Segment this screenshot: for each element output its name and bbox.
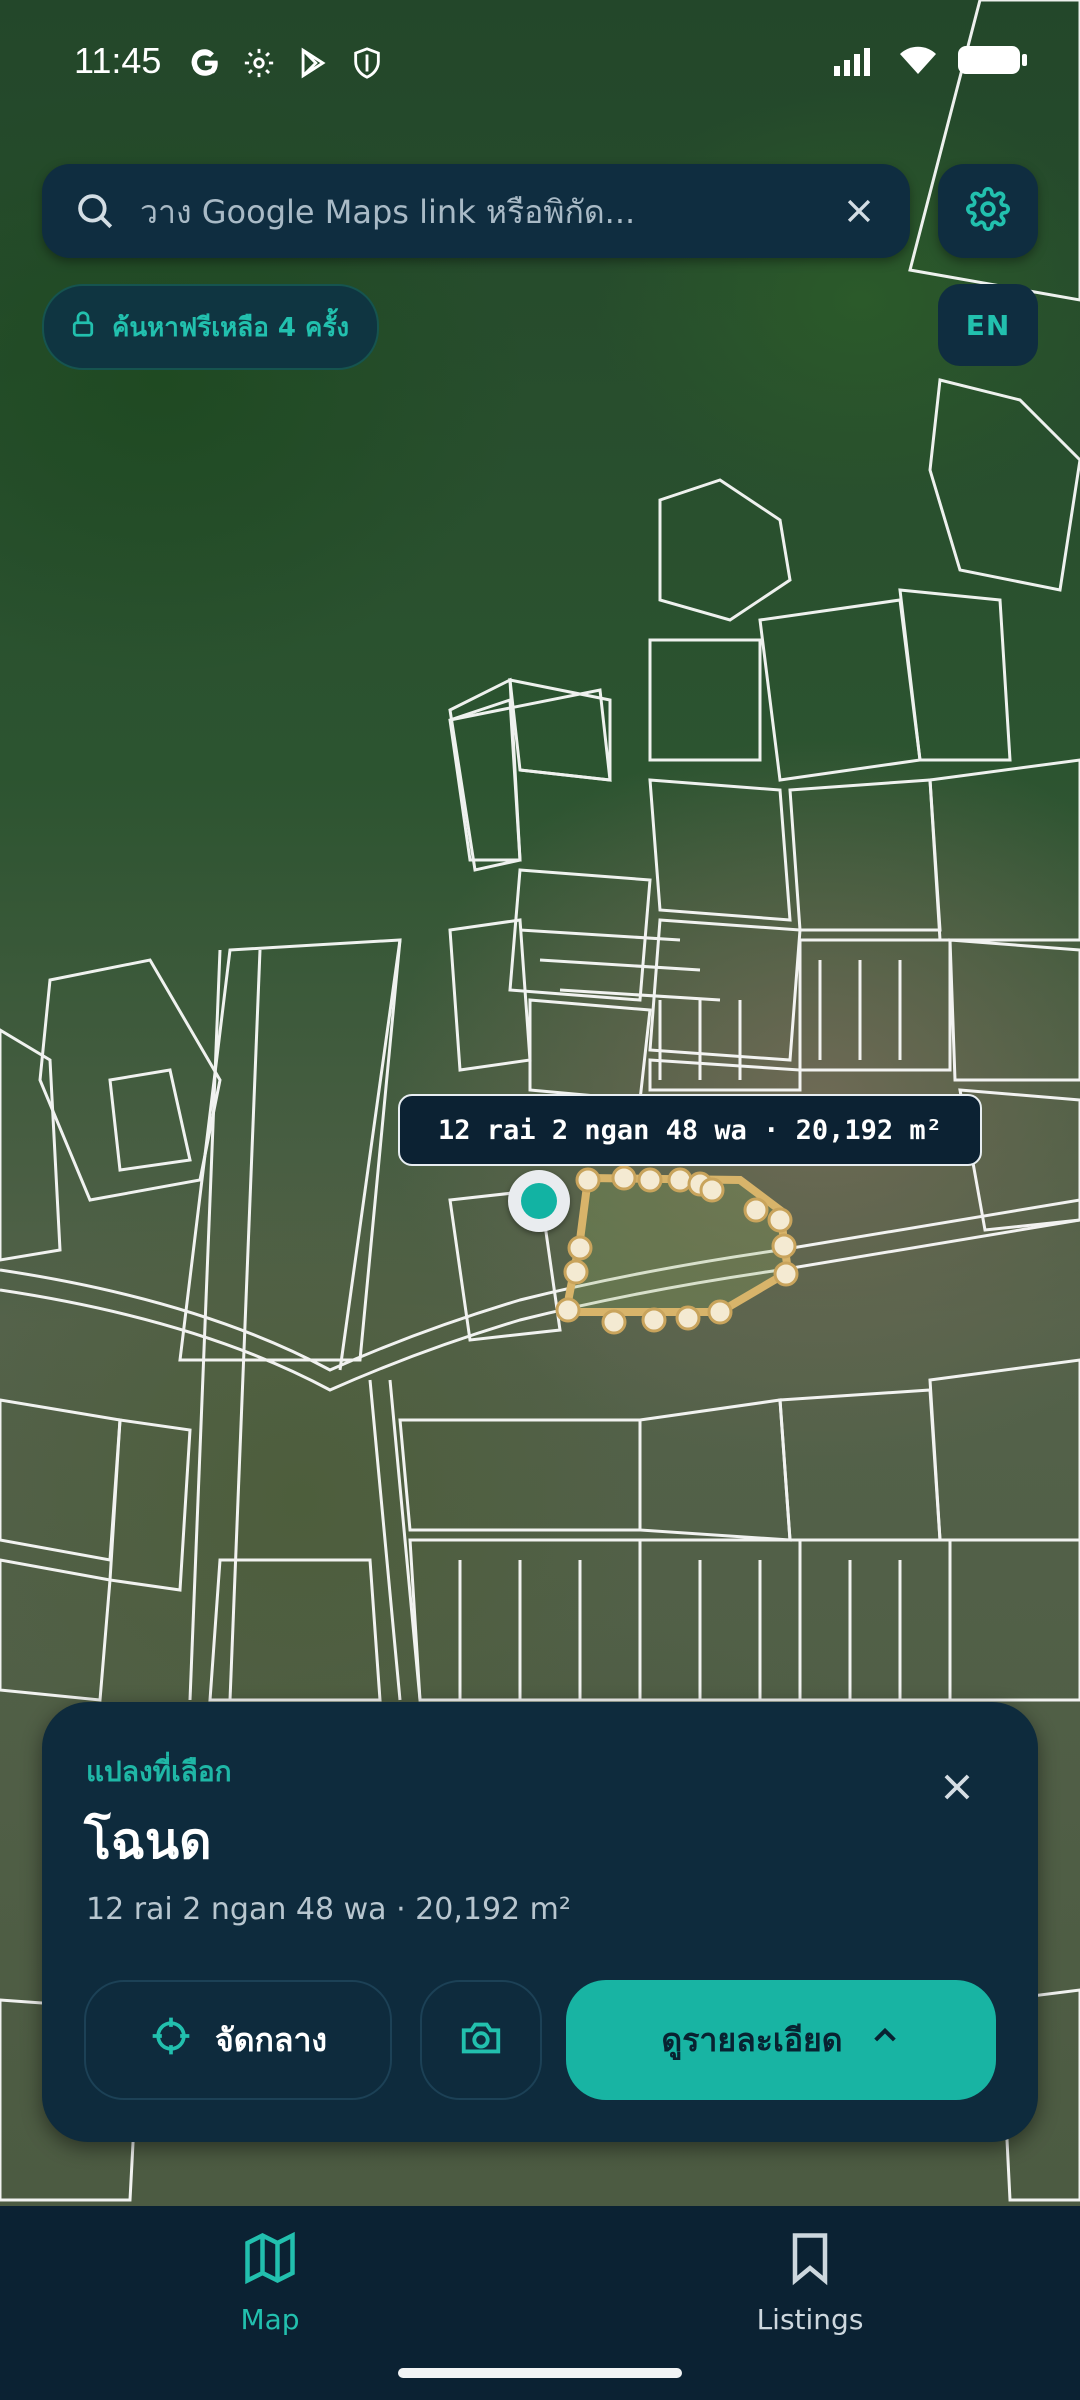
view-details-label: ดูรายละเอียด [661,2020,843,2059]
search-bar[interactable] [42,164,910,258]
gear-icon [966,187,1010,235]
parcel-title: โฉนด [84,1812,212,1870]
signal-icon [834,44,878,80]
wifi-icon [898,44,938,80]
camera-icon [458,2015,504,2065]
shield-icon [350,46,384,84]
area-tooltip: 12 rai 2 ngan 48 wa · 20,192 m² [398,1094,982,1166]
lock-icon [68,308,98,347]
google-icon [188,46,222,84]
home-indicator[interactable] [398,2368,682,2378]
free-search-label: ค้นหาฟรีเหลือ 4 ครั้ง [112,312,350,343]
selected-parcel-label: แปลงที่เลือก [86,1755,232,1788]
status-icons-left [188,46,384,84]
search-input[interactable] [138,186,802,238]
settings-button[interactable] [938,164,1038,258]
settings-status-icon [242,46,276,84]
clear-search-icon[interactable] [842,194,876,232]
view-details-button[interactable]: ดูรายละเอียด [566,1980,996,2100]
camera-button[interactable] [420,1980,542,2100]
language-toggle-button[interactable]: EN [938,284,1038,366]
status-icons-right [834,44,1028,80]
location-pin[interactable] [508,1170,570,1232]
parcel-detail-card: แปลงที่เลือก โฉนด 12 rai 2 ngan 48 wa · … [42,1702,1038,2142]
location-pin-dot [521,1183,557,1219]
bottom-navigation: Map Listings [0,2206,1080,2400]
battery-icon [958,44,1028,80]
parcel-area: 12 rai 2 ngan 48 wa · 20,192 m² [86,1892,571,1927]
selected-parcel-outline [555,1165,799,1335]
map-icon [238,2228,302,2295]
close-card-icon[interactable] [938,1768,976,1810]
crosshair-icon [149,2014,193,2066]
nav-item-map[interactable]: Map [170,2228,370,2336]
free-search-badge[interactable]: ค้นหาฟรีเหลือ 4 ครั้ง [42,284,380,370]
nav-listings-label: Listings [756,2303,864,2336]
nav-item-listings[interactable]: Listings [710,2228,910,2336]
search-icon [74,190,116,236]
status-time: 11:45 [74,40,162,81]
nav-map-label: Map [240,2303,300,2336]
center-map-button[interactable]: จัดกลาง [84,1980,392,2100]
bookmark-icon [780,2228,840,2295]
chevron-up-icon [869,2020,901,2060]
play-store-icon [296,46,330,84]
center-map-label: จัดกลาง [214,2020,328,2059]
